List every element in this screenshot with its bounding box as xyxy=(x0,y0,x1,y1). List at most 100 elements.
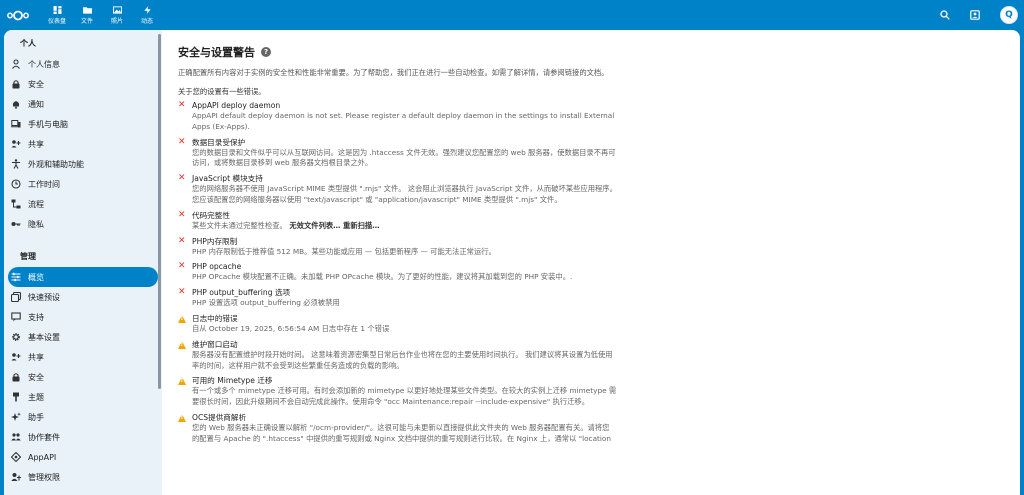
sidebar-item-label: 通知 xyxy=(28,99,44,109)
personal-caption: 个人 xyxy=(20,39,36,48)
phone-icon xyxy=(10,118,22,130)
contacts-icon xyxy=(970,10,980,20)
sidebar-item-personal-0[interactable]: 个人信息 xyxy=(8,54,158,74)
check-title: AppAPI deploy daemon xyxy=(192,101,281,110)
check-list: ✕ AppAPI deploy daemon AppAPI default depl… xyxy=(178,100,648,445)
sidebar-item-personal-4[interactable]: 共享 xyxy=(8,134,158,154)
sidebar-item-label: 支持 xyxy=(28,312,44,322)
check-item: ✕ PHP output_buffering 选项 PHP 设置选项 output_… xyxy=(178,287,648,309)
sidebar-item-label: 主题 xyxy=(28,392,44,402)
check-description: Apps (Ex-Apps). xyxy=(192,122,648,133)
sidebar-item-admin-8[interactable]: 协作套件 xyxy=(8,427,158,447)
sidebar-item-admin-9[interactable]: AppAPI xyxy=(8,447,158,467)
check-description-text: 您的数据目录和文件似乎可以从互联网访问。这是因为 .htaccess 文件无效。… xyxy=(192,147,616,157)
check-description-text: PHP 设置选项 output_buffering 必须被禁用 xyxy=(192,298,340,308)
sidebar-item-label: 流程 xyxy=(28,199,44,209)
nav-dashboard[interactable]: 仪表盘 xyxy=(42,0,72,30)
sidebar-item-admin-0[interactable]: 概览 xyxy=(8,267,158,287)
nav-files[interactable]: 文件 xyxy=(72,0,102,30)
error-icon: ✕ xyxy=(178,100,186,110)
check-description-text: 您的网络服务器不使用 JavaScript MIME 类型提供 ".mjs" 文… xyxy=(192,184,617,194)
sidebar-item-admin-6[interactable]: 主题 xyxy=(8,387,158,407)
main-content: 安全与设置警告 ? 正确配置所有内容对于实例的安全性和性能非常重要。为了帮助您，… xyxy=(160,30,1020,495)
check-description: 您的数据目录和文件似乎可以从互联网访问。这是因为 .htaccess 文件无效。… xyxy=(192,148,648,159)
check-description: 您的网络服务器不使用 JavaScript MIME 类型提供 ".mjs" 文… xyxy=(192,184,648,195)
contacts-button[interactable] xyxy=(960,0,990,30)
nextcloud-logo[interactable] xyxy=(4,0,32,30)
error-icon: ✕ xyxy=(178,209,186,220)
check-description-text: 有一个或多个 mimetype 迁移可用。有时会添加新的 mimetype 以更… xyxy=(192,386,617,396)
check-title: 代码完整性 xyxy=(192,210,230,220)
check-item: ✕ 代码完整性 某些文件未通过完整性检查。 无效文件列表… 重新扫描… xyxy=(178,210,648,232)
nav-activity[interactable]: 动态 xyxy=(132,0,162,30)
app-navigation: 仪表盘 文件 照片 动态 xyxy=(42,0,162,30)
check-description-text: PHP 内存限制低于推荐值 512 MB。某些功能或应用 — 包括更新程序 — … xyxy=(192,246,496,256)
lock-icon xyxy=(10,371,22,383)
error-icon: ✕ xyxy=(178,173,186,184)
sidebar-item-personal-3[interactable]: 手机与电脑 xyxy=(8,114,158,134)
sidebar-item-personal-6[interactable]: 工作时间 xyxy=(8,174,158,194)
help-icon[interactable]: ? xyxy=(261,47,271,57)
activity-icon xyxy=(143,5,151,14)
check-description: 某些文件未通过完整性检查。 无效文件列表… 重新扫描… xyxy=(192,221,648,232)
summary-text: 关于您的设置有一些错误。 xyxy=(178,87,266,96)
sidebar-item-personal-5[interactable]: 外观和辅助功能 xyxy=(8,154,158,174)
sidebar-item-admin-4[interactable]: 共享 xyxy=(8,347,158,367)
group-icon xyxy=(10,431,22,443)
rescan-link[interactable]: 无效文件列表… 重新扫描… xyxy=(287,221,379,230)
check-description-text: 某些文件未通过完整性检查。 xyxy=(192,220,287,230)
accessibility-icon xyxy=(10,158,22,170)
search-button[interactable] xyxy=(930,0,960,30)
folder-icon xyxy=(82,6,92,14)
sidebar-item-admin-1[interactable]: 快速预设 xyxy=(8,287,158,307)
check-description: PHP 设置选项 output_buffering 必须被禁用 xyxy=(192,298,648,309)
check-description: 服务器没有配置维护时段开始时间。 这意味着资源密集型日常后台作业也将在您的主要使… xyxy=(192,350,648,361)
sidebar-item-label: 基本设置 xyxy=(28,332,60,342)
admin-icon xyxy=(10,471,22,483)
top-bar: 仪表盘 文件 照片 动态 Q xyxy=(0,0,1024,30)
key-icon xyxy=(10,218,22,230)
check-description-text: Apps (Ex-Apps). xyxy=(192,121,250,131)
share-icon xyxy=(10,138,22,150)
check-item: 可用的 Mimetype 迁移有一个或多个 mimetype 迁移可用。有时会添… xyxy=(178,375,648,408)
image-icon xyxy=(112,5,122,14)
check-description: 您应该配置您的网络服务器以使用 "text/javascript" 或 "app… xyxy=(192,195,648,206)
nav-photos[interactable]: 照片 xyxy=(102,0,132,30)
sidebar-item-label: 安全 xyxy=(28,372,44,382)
intro-text: 正确配置所有内容对于实例的安全性和性能非常重要。为了帮助您，我们正在进行一些自动… xyxy=(178,68,609,77)
check-description: 有一个或多个 mimetype 迁移可用。有时会添加新的 mimetype 以更… xyxy=(192,386,648,397)
sidebar-item-label: 个人信息 xyxy=(28,59,60,69)
check-description-text: 访问，或将数据目录移到 web 服务器文档根目录之外。 xyxy=(192,158,373,168)
check-title: OCS提供商解析 xyxy=(192,412,247,422)
sidebar-item-label: 概览 xyxy=(28,272,44,282)
check-title: PHP opcache xyxy=(192,262,242,272)
sidebar-item-admin-10[interactable]: 管理权限 xyxy=(8,467,158,487)
warning-icon xyxy=(178,377,186,386)
search-icon xyxy=(940,10,950,20)
sidebar-item-label: 共享 xyxy=(28,352,44,362)
check-description: 率的时间，这样用户就不会受到这些繁重任务造成的负载的影响。 xyxy=(192,361,648,372)
sidebar-item-personal-2[interactable]: 通知 xyxy=(8,94,158,114)
sidebar-item-admin-3[interactable]: 基本设置 xyxy=(8,327,158,347)
check-description-text: 率的时间，这样用户就不会受到这些繁重任务造成的负载的影响。 xyxy=(192,360,404,370)
check-description-text: 服务器没有配置维护时段开始时间。 这意味着资源密集型日常后台作业也将在您的主要使… xyxy=(192,349,613,359)
sidebar-item-personal-1[interactable]: 安全 xyxy=(8,74,158,94)
sliders-icon xyxy=(10,271,22,283)
user-avatar[interactable]: Q xyxy=(1000,6,1018,24)
gear-icon xyxy=(10,331,22,343)
sidebar-item-label: 工作时间 xyxy=(28,179,60,189)
sidebar-item-personal-8[interactable]: 隐私 xyxy=(8,214,158,234)
check-description: 自从 October 19, 2025, 6:56:54 AM 日志中存在 1 … xyxy=(192,324,648,335)
appapi-icon xyxy=(10,451,22,463)
check-description-text: 的配置与 Apache 的 ".htaccess" 中提供的重写规则或 Ngin… xyxy=(192,433,612,443)
sidebar-item-admin-5[interactable]: 安全 xyxy=(8,367,158,387)
check-item: ✕ PHP内存限制 PHP 内存限制低于推荐值 512 MB。某些功能或应用 — 包… xyxy=(178,236,648,258)
sidebar-item-label: 手机与电脑 xyxy=(28,119,68,129)
warning-icon xyxy=(178,314,186,323)
sidebar-item-admin-2[interactable]: 支持 xyxy=(8,307,158,327)
sidebar-item-admin-7[interactable]: 助手 xyxy=(8,407,158,427)
error-icon: ✕ xyxy=(178,261,186,272)
bell-icon xyxy=(10,98,22,110)
sidebar-item-personal-7[interactable]: 流程 xyxy=(8,194,158,214)
clock-icon xyxy=(10,178,22,190)
